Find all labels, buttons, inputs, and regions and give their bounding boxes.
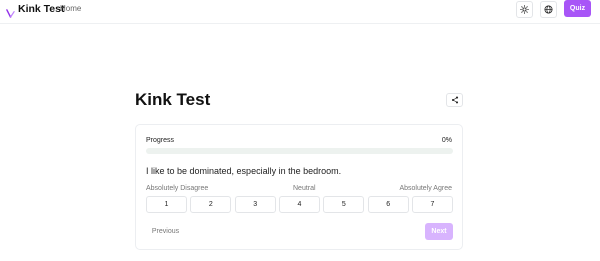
language-button[interactable] bbox=[540, 1, 557, 18]
answer-option-1[interactable]: 1 bbox=[146, 196, 187, 213]
progress-value: 0% bbox=[441, 137, 452, 144]
share-button[interactable] bbox=[446, 93, 463, 107]
brand-name: Kink Test bbox=[18, 3, 65, 15]
scale-label-neutral: Neutral bbox=[293, 185, 316, 192]
answer-option-7[interactable]: 7 bbox=[411, 196, 453, 213]
answer-option-3[interactable]: 3 bbox=[234, 196, 276, 213]
theme-toggle-button[interactable] bbox=[516, 1, 533, 18]
answer-option-5[interactable]: 5 bbox=[323, 196, 365, 213]
top-header: Kink Test Home Quiz bbox=[0, 0, 600, 24]
answer-option-2[interactable]: 2 bbox=[190, 196, 232, 213]
whip-icon bbox=[6, 5, 15, 18]
answer-option-4[interactable]: 4 bbox=[278, 196, 320, 213]
quiz-button[interactable]: Quiz bbox=[564, 0, 591, 17]
progress-bar bbox=[146, 148, 453, 154]
quiz-card: Progress 0% I like to be dominated, espe… bbox=[135, 124, 463, 250]
brand-logo-link[interactable]: Kink Test bbox=[6, 3, 65, 18]
nav-link-home[interactable]: Home bbox=[60, 4, 81, 13]
sun-icon bbox=[520, 5, 529, 14]
scale-label-agree: Absolutely Agree bbox=[399, 185, 452, 192]
next-button[interactable]: Next bbox=[425, 223, 453, 240]
scale-label-disagree: Absolutely Disagree bbox=[146, 185, 209, 192]
globe-icon bbox=[544, 5, 553, 14]
question-text: I like to be dominated, especially in th… bbox=[146, 166, 342, 176]
previous-button[interactable]: Previous bbox=[146, 223, 185, 240]
page-title: Kink Test bbox=[135, 90, 211, 109]
answer-options: 1 2 3 4 5 6 7 bbox=[146, 196, 453, 213]
progress-label: Progress bbox=[146, 137, 175, 144]
answer-option-6[interactable]: 6 bbox=[367, 196, 409, 213]
share-icon bbox=[451, 96, 458, 104]
